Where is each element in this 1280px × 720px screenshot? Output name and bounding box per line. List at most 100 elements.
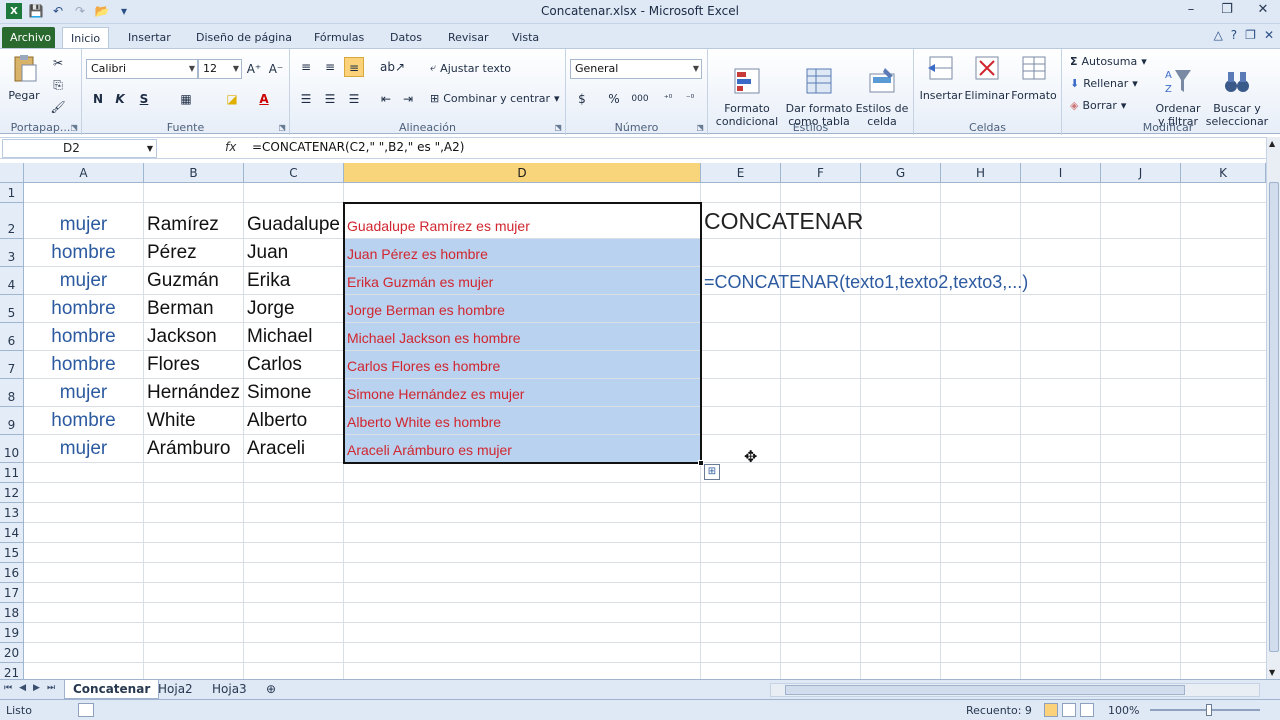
cell-a6[interactable]: hombre bbox=[24, 323, 144, 351]
cell-d8[interactable]: Simone Hernández es mujer bbox=[344, 379, 701, 407]
zoom-level[interactable]: 100% bbox=[1108, 704, 1139, 717]
align-right-icon[interactable]: ☰ bbox=[344, 89, 364, 109]
cell-d3[interactable]: Juan Pérez es hombre bbox=[344, 239, 701, 267]
row-header[interactable]: 20 bbox=[0, 643, 24, 663]
row-header[interactable]: 4 bbox=[0, 267, 24, 295]
auto-fill-options-icon[interactable]: ⊞ bbox=[704, 464, 720, 480]
row-header[interactable]: 16 bbox=[0, 563, 24, 583]
copy-icon[interactable]: ⎘ bbox=[48, 75, 68, 95]
row-header[interactable]: 12 bbox=[0, 483, 24, 503]
sheet-tab-hoja3[interactable]: Hoja3 bbox=[204, 680, 255, 699]
row-header[interactable]: 14 bbox=[0, 523, 24, 543]
cell-c8[interactable]: Simone bbox=[244, 379, 344, 407]
cell-b2[interactable]: Ramírez bbox=[144, 203, 244, 239]
delete-cells-button[interactable]: Eliminar bbox=[964, 53, 1010, 102]
row-header[interactable]: 10 bbox=[0, 435, 24, 463]
macro-record-icon[interactable] bbox=[78, 703, 94, 717]
thousands-button[interactable]: 000 bbox=[628, 89, 652, 109]
align-middle-icon[interactable]: ≡ bbox=[320, 57, 340, 77]
row-header[interactable]: 1 bbox=[0, 183, 24, 203]
column-header-c[interactable]: C bbox=[244, 163, 344, 183]
vertical-scroll-thumb[interactable] bbox=[1269, 182, 1279, 652]
align-center-icon[interactable]: ☰ bbox=[320, 89, 340, 109]
column-header-h[interactable]: H bbox=[941, 163, 1021, 183]
scroll-down-icon[interactable]: ▼ bbox=[1269, 668, 1275, 677]
next-sheet-icon[interactable]: ▶ bbox=[33, 683, 40, 693]
minimize-button[interactable]: – bbox=[1182, 2, 1200, 17]
row-header[interactable]: 5 bbox=[0, 295, 24, 323]
row-header[interactable]: 11 bbox=[0, 463, 24, 483]
font-name-select[interactable]: Calibri ▼ bbox=[86, 59, 198, 79]
column-header-i[interactable]: I bbox=[1021, 163, 1101, 183]
cell-a3[interactable]: hombre bbox=[24, 239, 144, 267]
grow-font-icon[interactable]: A⁺ bbox=[244, 59, 264, 79]
conditional-format-button[interactable]: Formato condicional bbox=[712, 53, 782, 128]
last-sheet-icon[interactable]: ⏭ bbox=[47, 683, 55, 693]
cell-a2[interactable]: mujer bbox=[24, 203, 144, 239]
sheet-tab-concatenar[interactable]: Concatenar bbox=[64, 680, 160, 699]
cell-e4[interactable]: =CONCATENAR(texto1,texto2,texto3,...) bbox=[701, 267, 1028, 295]
cell-b7[interactable]: Flores bbox=[144, 351, 244, 379]
paste-button[interactable]: Pegar bbox=[6, 53, 42, 102]
orientation-icon[interactable]: ab↗ bbox=[380, 57, 405, 77]
normal-view-icon[interactable] bbox=[1044, 703, 1058, 717]
zoom-slider-thumb[interactable] bbox=[1206, 704, 1212, 716]
italic-button[interactable]: K bbox=[110, 89, 130, 109]
name-box[interactable]: D2 ▼ bbox=[2, 139, 157, 158]
alignment-launcher-icon[interactable]: ⬔ bbox=[554, 123, 562, 132]
cell-d6[interactable]: Michael Jackson es hombre bbox=[344, 323, 701, 351]
insert-sheet-icon[interactable]: ⊕ bbox=[258, 680, 284, 699]
cell-b9[interactable]: White bbox=[144, 407, 244, 435]
sheet-tab-hoja2[interactable]: Hoja2 bbox=[150, 680, 201, 699]
row-header[interactable]: 9 bbox=[0, 407, 24, 435]
increase-decimal-icon[interactable]: ⁺⁰ bbox=[658, 89, 678, 109]
decrease-indent-icon[interactable]: ⇤ bbox=[376, 89, 396, 109]
format-as-table-button[interactable]: Dar formato como tabla bbox=[784, 53, 854, 128]
tab-archivo[interactable]: Archivo bbox=[2, 27, 55, 48]
align-top-icon[interactable]: ≡ bbox=[296, 57, 316, 77]
bold-button[interactable]: N bbox=[88, 89, 108, 109]
tab-insertar[interactable]: Insertar bbox=[120, 27, 179, 48]
row-header[interactable]: 15 bbox=[0, 543, 24, 563]
cell-a8[interactable]: mujer bbox=[24, 379, 144, 407]
cell-d9[interactable]: Alberto White es hombre bbox=[344, 407, 701, 435]
row-header[interactable]: 8 bbox=[0, 379, 24, 407]
column-header-j[interactable]: J bbox=[1101, 163, 1181, 183]
cell-b3[interactable]: Pérez bbox=[144, 239, 244, 267]
horizontal-scrollbar[interactable] bbox=[770, 683, 1260, 697]
page-layout-view-icon[interactable] bbox=[1062, 703, 1076, 717]
font-color-icon[interactable]: A bbox=[254, 89, 274, 109]
page-break-view-icon[interactable] bbox=[1080, 703, 1094, 717]
cell-c5[interactable]: Jorge bbox=[244, 295, 344, 323]
fill-color-icon[interactable]: ◪ bbox=[222, 89, 242, 109]
restore-window-icon[interactable]: ❐ bbox=[1245, 28, 1256, 42]
underline-button[interactable]: S bbox=[134, 89, 154, 109]
row-header[interactable]: 21 bbox=[0, 663, 24, 679]
close-workbook-icon[interactable]: ✕ bbox=[1264, 28, 1274, 42]
tab-revisar[interactable]: Revisar bbox=[440, 27, 496, 48]
row-header[interactable]: 7 bbox=[0, 351, 24, 379]
column-header-d[interactable]: D bbox=[344, 163, 701, 183]
worksheet-grid[interactable]: A B C D E F G H I J K 1 2 3 4 5 6 7 8 9 … bbox=[0, 163, 1266, 679]
wrap-text-button[interactable]: ⤶ Ajustar texto bbox=[430, 61, 511, 75]
prev-sheet-icon[interactable]: ◀ bbox=[19, 683, 26, 693]
cell-c10[interactable]: Araceli bbox=[244, 435, 344, 463]
tab-datos[interactable]: Datos bbox=[382, 27, 430, 48]
tab-formulas[interactable]: Fórmulas bbox=[306, 27, 372, 48]
format-cells-button[interactable]: Formato bbox=[1010, 53, 1058, 102]
decrease-decimal-icon[interactable]: ⁻⁰ bbox=[680, 89, 700, 109]
insert-function-icon[interactable]: fx bbox=[225, 140, 236, 154]
cell-c2[interactable]: Guadalupe bbox=[244, 203, 344, 239]
cell-c7[interactable]: Carlos bbox=[244, 351, 344, 379]
find-select-button[interactable]: Buscar y seleccionar bbox=[1204, 53, 1270, 128]
column-header-a[interactable]: A bbox=[24, 163, 144, 183]
cell-a5[interactable]: hombre bbox=[24, 295, 144, 323]
increase-indent-icon[interactable]: ⇥ bbox=[398, 89, 418, 109]
column-header-k[interactable]: K bbox=[1181, 163, 1266, 183]
cell-d4[interactable]: Erika Guzmán es mujer bbox=[344, 267, 701, 295]
cell-b8[interactable]: Hernández bbox=[144, 379, 244, 407]
zoom-slider[interactable] bbox=[1150, 704, 1260, 716]
column-header-b[interactable]: B bbox=[144, 163, 244, 183]
clear-button[interactable]: ◈ Borrar ▾ bbox=[1070, 99, 1126, 112]
cell-d5[interactable]: Jorge Berman es hombre bbox=[344, 295, 701, 323]
